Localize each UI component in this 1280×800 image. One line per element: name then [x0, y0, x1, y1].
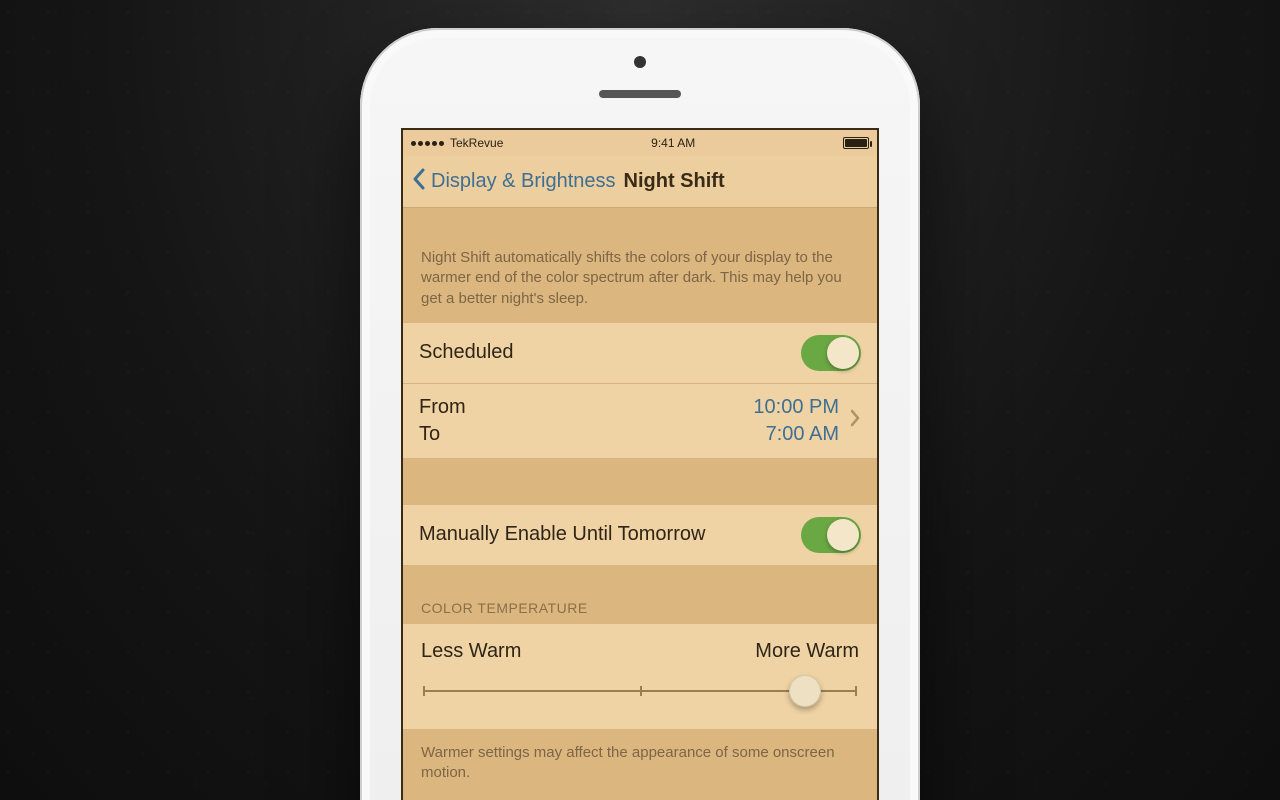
status-bar: TekRevue 9:41 AM	[403, 130, 877, 156]
phone-earpiece	[599, 90, 681, 98]
status-time: 9:41 AM	[651, 136, 695, 150]
iphone-device-frame: TekRevue 9:41 AM Display & Brightness Ni…	[360, 28, 920, 800]
slider-thumb[interactable]	[789, 675, 821, 707]
carrier-label: TekRevue	[450, 136, 503, 150]
phone-sensor	[634, 56, 646, 68]
slider-max-label: More Warm	[755, 640, 859, 663]
schedule-from-label: From	[419, 396, 753, 419]
color-temperature-header: COLOR TEMPERATURE	[403, 566, 877, 624]
intro-description: Night Shift automatically shifts the col…	[403, 208, 877, 323]
schedule-time-row[interactable]: From To 10:00 PM 7:00 AM	[403, 384, 877, 459]
battery-icon	[843, 137, 869, 149]
navigation-bar: Display & Brightness Night Shift	[403, 156, 877, 208]
back-chevron-icon[interactable]	[411, 167, 427, 196]
section-separator	[403, 459, 877, 505]
phone-screen: TekRevue 9:41 AM Display & Brightness Ni…	[401, 128, 879, 800]
scheduled-label: Scheduled	[419, 341, 514, 364]
signal-strength-icon	[411, 141, 444, 146]
page-title: Night Shift	[624, 170, 725, 193]
footer-note: Warmer settings may affect the appearanc…	[403, 729, 877, 800]
manual-enable-toggle[interactable]	[801, 517, 861, 553]
manual-enable-label: Manually Enable Until Tomorrow	[419, 523, 705, 546]
schedule-from-value: 10:00 PM	[753, 396, 839, 419]
color-temperature-row: Less Warm More Warm	[403, 624, 877, 729]
slider-min-label: Less Warm	[421, 640, 521, 663]
schedule-to-value: 7:00 AM	[753, 423, 839, 446]
chevron-right-icon	[849, 409, 861, 432]
scheduled-row: Scheduled	[403, 323, 877, 384]
scheduled-toggle[interactable]	[801, 335, 861, 371]
color-temperature-slider[interactable]	[423, 677, 857, 705]
manual-enable-row: Manually Enable Until Tomorrow	[403, 505, 877, 566]
back-button[interactable]: Display & Brightness	[431, 170, 616, 193]
schedule-to-label: To	[419, 423, 753, 446]
